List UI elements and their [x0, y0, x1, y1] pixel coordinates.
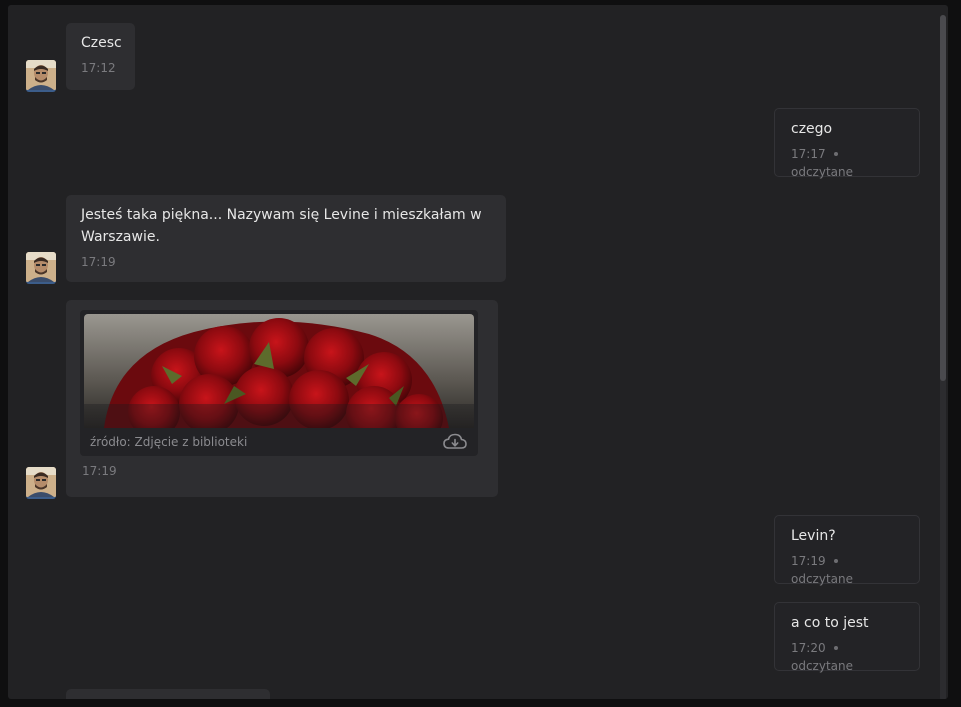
message-text: Czesc: [81, 35, 122, 51]
image-caption: źródło: Zdjęcie z biblioteki: [80, 428, 478, 456]
message-meta: 17:19 odczytane: [791, 552, 903, 588]
message-time: 17:17: [791, 147, 826, 161]
message-text: czego: [791, 121, 833, 137]
cloud-download-icon[interactable]: [442, 432, 468, 452]
incoming-message[interactable]: Jesteś taka piękna... Nazywam się Levine…: [66, 195, 506, 282]
message-meta: 17:19: [82, 462, 498, 480]
incoming-image-message[interactable]: źródło: Zdjęcie z biblioteki 17:19: [66, 300, 498, 497]
message-time: 17:20: [791, 641, 826, 655]
scrollbar[interactable]: [940, 15, 946, 699]
message-text: Jesteś taka piękna... Nazywam się Levine…: [81, 207, 482, 245]
scrollbar-thumb[interactable]: [940, 15, 946, 381]
avatar-photo: [26, 467, 56, 497]
message-time: 17:19: [82, 464, 117, 478]
image-preview[interactable]: [84, 314, 474, 428]
message-time: 17:19: [791, 554, 826, 568]
read-status: odczytane: [791, 165, 854, 179]
avatar[interactable]: [26, 60, 56, 92]
incoming-message[interactable]: Czesc 17:12: [66, 23, 135, 90]
separator-dot: [833, 645, 838, 650]
message-text: Levin?: [791, 528, 836, 544]
message-time: 17:12: [81, 61, 116, 75]
outgoing-message[interactable]: Levin? 17:19 odczytane: [774, 515, 920, 586]
separator-dot: [833, 558, 838, 563]
image-source-label: źródło: Zdjęcie z biblioteki: [90, 435, 248, 449]
outgoing-message[interactable]: a co to jest 17:20 odczytane: [774, 602, 920, 673]
message-text: a co to jest: [791, 615, 869, 631]
avatar[interactable]: [26, 467, 56, 499]
chat-window: Czesc 17:12 czego 17:17 odczytane Jesteś …: [8, 5, 948, 699]
avatar[interactable]: [26, 252, 56, 284]
message-meta: 17:12: [81, 59, 120, 77]
read-status: odczytane: [791, 659, 854, 673]
image-attachment[interactable]: źródło: Zdjęcie z biblioteki: [80, 310, 478, 456]
outgoing-message[interactable]: czego 17:17 odczytane: [774, 108, 920, 179]
message-meta: 17:19: [81, 253, 491, 271]
roses-photo: [84, 314, 474, 428]
separator-dot: [833, 151, 838, 156]
avatar-photo: [26, 60, 56, 90]
incoming-message-partial[interactable]: [66, 689, 270, 699]
avatar-photo: [26, 252, 56, 282]
read-status: odczytane: [791, 572, 854, 586]
message-time: 17:19: [81, 255, 116, 269]
message-meta: 17:20 odczytane: [791, 639, 903, 675]
message-meta: 17:17 odczytane: [791, 145, 903, 181]
